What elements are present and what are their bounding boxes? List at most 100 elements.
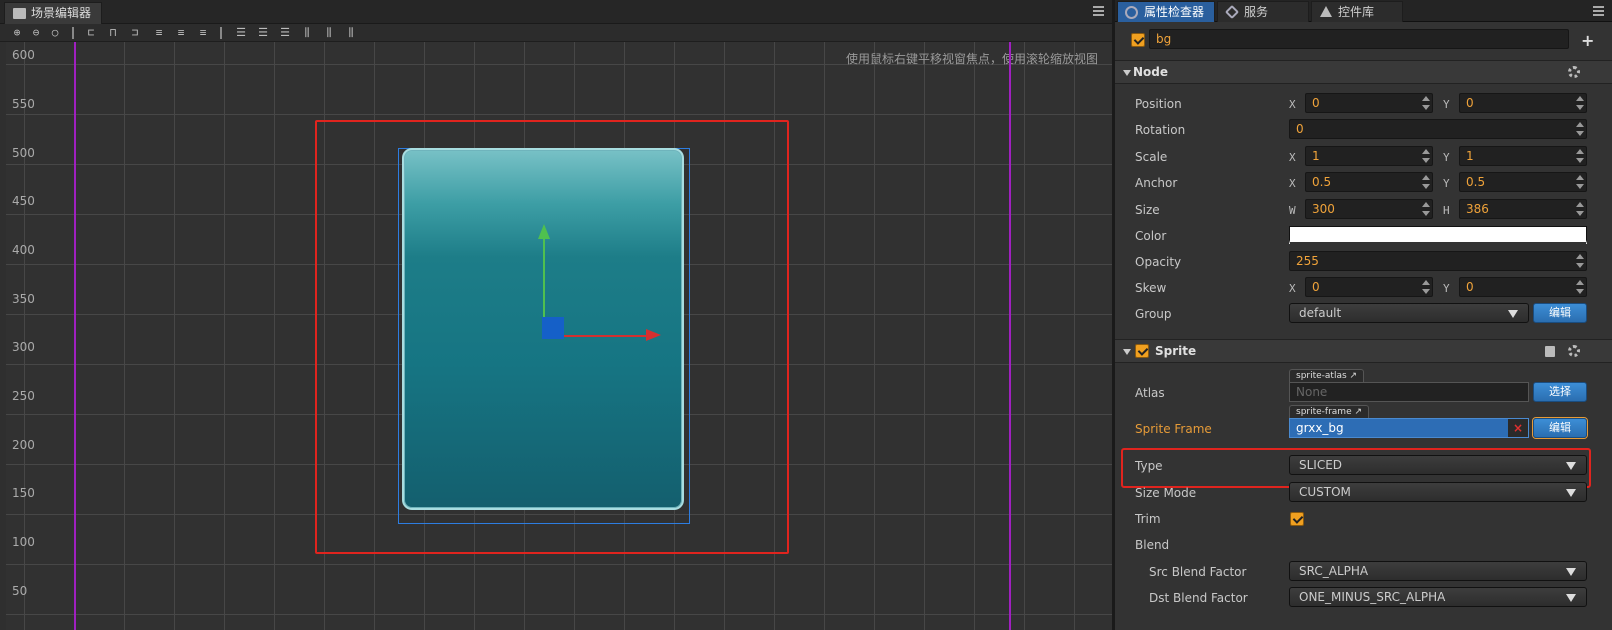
dst-blend-label: Dst Blend Factor [1149,591,1248,605]
atlas-field[interactable]: None [1289,382,1529,402]
node-name-input[interactable]: bg [1149,29,1569,49]
add-component-icon[interactable]: + [1581,31,1594,50]
scene-toolbar: ⊕ ⊖ ○ ⊏ ⊓ ⊐ ≡ ≡ ≡ ☰ ☰ ☰ ⫼ ⫼ ⫼ [0,24,1112,42]
size-mode-select[interactable]: CUSTOM [1289,482,1587,502]
zoom-out-icon[interactable]: ⊖ [29,26,43,40]
move-gizmo-y-axis[interactable] [543,235,545,324]
size-height-input[interactable]: 386 [1459,199,1587,219]
move-gizmo-center[interactable] [542,317,564,339]
gear-icon [1125,6,1138,19]
chevron-down-icon [1566,594,1576,602]
y-axis-label: 100 [12,535,35,549]
anchor-row: Anchor X 0.5 Y 0.5 [1115,171,1612,197]
external-link-icon: ↗ [1354,407,1363,417]
zoom-in-icon[interactable]: ⊕ [10,26,24,40]
collapse-icon [1123,70,1131,76]
src-blend-label: Src Blend Factor [1149,565,1247,579]
dst-blend-select[interactable]: ONE_MINUS_SRC_ALPHA [1289,587,1587,607]
gear-icon[interactable] [1568,345,1580,357]
y-axis-label: 600 [12,48,35,62]
group-edit-button[interactable]: 编辑 [1533,303,1587,323]
rotation-row: Rotation 0 [1115,118,1612,144]
node-section-header[interactable]: Node [1115,60,1612,84]
atlas-select-button[interactable]: 选择 [1533,382,1587,402]
distribute-top-icon[interactable]: ☰ [234,26,248,40]
group-select[interactable]: default [1289,303,1529,323]
distribute-hcenter-icon[interactable]: ⫼ [322,26,336,40]
chevron-down-icon [1566,489,1576,497]
skew-x-input[interactable]: 0 [1305,277,1433,297]
skew-label: Skew [1135,281,1167,295]
align-left-icon[interactable]: ⊏ [84,26,98,40]
help-book-icon[interactable] [1545,346,1555,357]
position-x-input[interactable]: 0 [1305,93,1433,113]
skew-y-input[interactable]: 0 [1459,277,1587,297]
y-axis-label: 250 [12,389,35,403]
external-link-icon: ↗ [1349,371,1358,381]
y-axis-label: 350 [12,292,35,306]
sprite-frame-edit-button[interactable]: 编辑 [1533,418,1587,438]
tab-widget-library[interactable]: 控件库 [1311,1,1403,22]
arrow-right-icon[interactable] [646,329,661,341]
tab-label: 控件库 [1338,5,1375,19]
distribute-vcenter-icon[interactable]: ☰ [256,26,270,40]
rotation-input[interactable]: 0 [1289,119,1587,139]
scene-canvas[interactable]: 使用鼠标右键平移视窗焦点，使用滚轮缩放视图 600 550 500 450 40… [6,42,1112,630]
trim-checkbox[interactable] [1290,512,1304,526]
opacity-label: Opacity [1135,255,1182,269]
color-row: Color [1115,224,1612,250]
arrow-up-icon[interactable] [538,224,550,239]
gear-icon[interactable] [1568,66,1580,78]
node-active-checkbox[interactable] [1131,33,1145,47]
design-resolution-right-line [1009,42,1011,630]
scale-y-input[interactable]: 1 [1459,146,1587,166]
align-top-icon[interactable]: ≡ [152,26,166,40]
y-axis-label: 550 [12,97,35,111]
scene-tabbar: 场景编辑器 [0,0,1112,24]
clear-icon[interactable]: × [1508,419,1528,437]
align-hcenter-icon[interactable]: ⊓ [106,26,120,40]
sprite-enabled-checkbox[interactable] [1135,344,1149,358]
sprite-frame-field[interactable]: grxx_bg × [1289,418,1529,438]
size-width-input[interactable]: 300 [1305,199,1433,219]
y-axis-label: 300 [12,340,35,354]
distribute-right-icon[interactable]: ⫼ [344,26,358,40]
group-row: Group default 编辑 [1115,302,1612,328]
align-right-icon[interactable]: ⊐ [128,26,142,40]
y-axis-label: 150 [12,486,35,500]
src-blend-select[interactable]: SRC_ALPHA [1289,561,1587,581]
inspector-menu-icon[interactable] [1593,6,1604,16]
tab-scene-editor[interactable]: 场景编辑器 [4,2,103,24]
tab-property-inspector[interactable]: 属性检查器 [1117,1,1215,22]
move-gizmo-x-axis[interactable] [564,335,652,337]
distribute-bottom-icon[interactable]: ☰ [278,26,292,40]
distribute-left-icon[interactable]: ⫼ [300,26,314,40]
sprite-frame-row: Sprite Frame sprite-frame ↗ grxx_bg × 编辑 [1115,405,1612,442]
size-label: Size [1135,203,1160,217]
zoom-reset-icon[interactable]: ○ [48,26,62,40]
opacity-input[interactable]: 255 [1289,251,1587,271]
anchor-y-input[interactable]: 0.5 [1459,172,1587,192]
align-bottom-icon[interactable]: ≡ [196,26,210,40]
blend-label: Blend [1135,538,1170,552]
section-title: Node [1133,65,1169,79]
section-title: Sprite [1155,344,1197,358]
dst-blend-row: Dst Blend Factor ONE_MINUS_SRC_ALPHA [1115,586,1612,612]
tab-services[interactable]: 服务 [1217,1,1309,22]
sprite-section-header[interactable]: Sprite [1115,339,1612,363]
anchor-x-input[interactable]: 0.5 [1305,172,1433,192]
design-resolution-left-line [74,42,76,630]
tab-label: 服务 [1244,5,1269,19]
align-vcenter-icon[interactable]: ≡ [174,26,188,40]
scale-row: Scale X 1 Y 1 [1115,145,1612,171]
scale-x-input[interactable]: 1 [1305,146,1433,166]
sprite-frame-tag: sprite-frame ↗ [1289,405,1370,418]
color-label: Color [1135,229,1167,243]
anchor-label: Anchor [1135,176,1178,190]
color-swatch[interactable] [1289,226,1587,244]
chevron-down-icon [1566,462,1576,470]
panel-menu-icon[interactable] [1093,6,1104,16]
type-select[interactable]: SLICED [1289,455,1587,475]
position-y-input[interactable]: 0 [1459,93,1587,113]
sprite-frame-label: Sprite Frame [1135,422,1212,436]
